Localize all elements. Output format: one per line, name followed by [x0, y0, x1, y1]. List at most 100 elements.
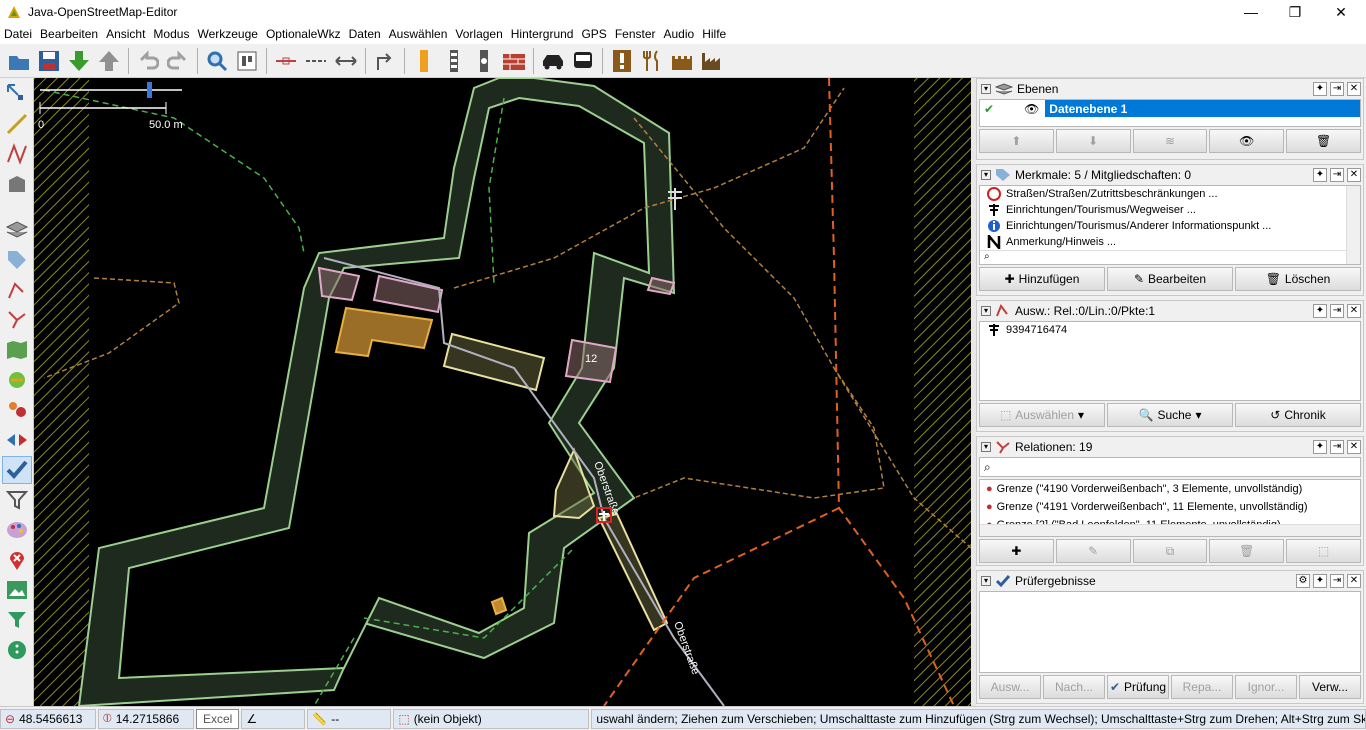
validator-select-button[interactable]: Ausw...: [979, 675, 1041, 699]
sticky-button[interactable]: ⇥: [1330, 440, 1344, 454]
tags-search-field[interactable]: ⌕: [980, 250, 1360, 262]
info-preset-button[interactable]: [608, 47, 636, 75]
minimize-button[interactable]: —: [1228, 0, 1274, 24]
delete-tag-button[interactable]: 🗑 Löschen: [1235, 267, 1361, 291]
move-layer-up-button[interactable]: ⬆: [979, 129, 1054, 153]
pedestrian-crossing-preset-button[interactable]: [440, 47, 468, 75]
wall-preset-button[interactable]: [500, 47, 528, 75]
menu-werkzeuge[interactable]: Werkzeuge: [193, 27, 261, 41]
menu-audio[interactable]: Audio: [660, 27, 699, 41]
panel-close-button[interactable]: ✕: [1347, 82, 1361, 96]
panel-close-button[interactable]: ✕: [1347, 440, 1361, 454]
panel-close-button[interactable]: ✕: [1347, 304, 1361, 318]
authors-toggle[interactable]: [2, 396, 32, 424]
castle-preset-button[interactable]: [668, 47, 696, 75]
detach-button[interactable]: ✦: [1313, 168, 1327, 182]
merge-layer-button[interactable]: ≋: [1132, 129, 1208, 153]
menu-bearbeiten[interactable]: Bearbeiten: [36, 27, 102, 41]
traffic-light-preset-button[interactable]: [410, 47, 438, 75]
sticky-button[interactable]: ⇥: [1330, 574, 1344, 588]
download-button[interactable]: [65, 47, 93, 75]
collapse-toggle[interactable]: ▾: [981, 84, 991, 94]
validate-button[interactable]: ✔ Prüfung: [1107, 675, 1169, 699]
relations-search-field[interactable]: ⌕: [979, 457, 1361, 477]
sticky-button[interactable]: ⇥: [1330, 168, 1344, 182]
map-paint-toggle[interactable]: [2, 336, 32, 364]
collapse-toggle[interactable]: ▾: [981, 306, 991, 316]
commands-toggle[interactable]: [2, 426, 32, 454]
preset-item[interactable]: Anmerkung/Hinweis ...: [980, 234, 1360, 250]
preset-item[interactable]: Straßen/Straßen/Zutrittsbeschränkungen .…: [980, 186, 1360, 202]
menu-hintergrund[interactable]: Hintergrund: [507, 27, 578, 41]
detach-button[interactable]: ✦: [1313, 82, 1327, 96]
layers-toggle[interactable]: [2, 216, 32, 244]
menu-vorlagen[interactable]: Vorlagen: [451, 27, 506, 41]
menu-ansicht[interactable]: Ansicht: [102, 27, 149, 41]
tags-scrollbar[interactable]: [1346, 186, 1360, 264]
close-button[interactable]: ✕: [1318, 0, 1364, 24]
guidepost-preset-button[interactable]: [470, 47, 498, 75]
reverse-way-button[interactable]: [332, 47, 360, 75]
detach-button[interactable]: ✦: [1313, 440, 1327, 454]
relation-item[interactable]: ● Grenze ("4190 Vorderweißenbach", 3 Elem…: [980, 480, 1360, 498]
menu-hilfe[interactable]: Hilfe: [698, 27, 730, 41]
sticky-button[interactable]: ⇥: [1330, 82, 1344, 96]
relation-item[interactable]: ● Grenze ("4191 Vorderweißenbach", 11 Ele…: [980, 498, 1360, 516]
map-style-toggle[interactable]: [2, 516, 32, 544]
map-view[interactable]: 12 Oberstraße Oberstraße 0 50.0 m: [34, 78, 971, 706]
sticky-button[interactable]: ⇥: [1330, 304, 1344, 318]
changeset-filter-toggle[interactable]: [2, 606, 32, 634]
preset-item[interactable]: Einrichtungen/Tourismus/Wegweiser ...: [980, 202, 1360, 218]
chevron-down-icon[interactable]: ▾: [1078, 408, 1084, 422]
menu-optionalewkz[interactable]: OptionaleWkz: [262, 27, 345, 41]
relations-h-scrollbar[interactable]: [980, 524, 1360, 536]
validator-zoom-button[interactable]: Nach...: [1043, 675, 1105, 699]
preferences-button[interactable]: ⚙: [1296, 574, 1310, 588]
selection-item[interactable]: 9394716474: [980, 322, 1360, 338]
building-tool-button[interactable]: [2, 170, 32, 198]
edit-relation-button[interactable]: ✎: [1055, 539, 1131, 563]
align-button[interactable]: [371, 47, 399, 75]
duplicate-relation-button[interactable]: ⧉: [1132, 539, 1208, 563]
panel-close-button[interactable]: ✕: [1347, 574, 1361, 588]
visibility-eye-icon[interactable]: 👁: [1024, 102, 1039, 116]
chevron-down-icon[interactable]: ▾: [1195, 408, 1201, 422]
manage-button[interactable]: Verw...: [1299, 675, 1361, 699]
undo-button[interactable]: [134, 47, 162, 75]
selection-toggle[interactable]: [2, 276, 32, 304]
collapse-toggle[interactable]: ▾: [981, 576, 991, 586]
menu-modus[interactable]: Modus: [149, 27, 193, 41]
delete-layer-button[interactable]: 🗑: [1286, 129, 1361, 153]
menu-datei[interactable]: Datei: [0, 27, 36, 41]
search-button[interactable]: 🔍 Suche ▾: [1107, 403, 1233, 427]
toggle-visibility-button[interactable]: 👁: [1209, 129, 1285, 153]
select-mode-button[interactable]: [2, 80, 32, 108]
detach-button[interactable]: ✦: [1313, 574, 1327, 588]
ignore-button[interactable]: Ignor...: [1235, 675, 1297, 699]
map-canvas[interactable]: 12 Oberstraße Oberstraße 0 50.0 m: [34, 78, 971, 706]
zoom-button[interactable]: [203, 47, 231, 75]
fix-button[interactable]: Repa...: [1171, 675, 1233, 699]
car-preset-button[interactable]: [539, 47, 567, 75]
more-tools-toggle[interactable]: [2, 636, 32, 664]
preset-item[interactable]: Einrichtungen/Tourismus/Anderer Informat…: [980, 218, 1360, 234]
select-button[interactable]: ⬚ Auswählen ▾: [979, 403, 1105, 427]
detach-button[interactable]: ✦: [1313, 304, 1327, 318]
save-button[interactable]: [35, 47, 63, 75]
history-button[interactable]: ↺ Chronik: [1235, 403, 1361, 427]
menu-fenster[interactable]: Fenster: [611, 27, 660, 41]
menu-auswaehlen[interactable]: Auswählen: [385, 27, 452, 41]
draw-mode-button[interactable]: [2, 110, 32, 138]
move-layer-down-button[interactable]: ⬇: [1055, 129, 1131, 153]
imagery-toggle[interactable]: [2, 576, 32, 604]
layer-name[interactable]: Datenebene 1: [1045, 100, 1360, 117]
notes-toggle[interactable]: [2, 546, 32, 574]
zoom-slider-knob[interactable]: [147, 82, 152, 98]
upload-button[interactable]: [95, 47, 123, 75]
restaurant-preset-button[interactable]: [638, 47, 666, 75]
menu-gps[interactable]: GPS: [577, 27, 610, 41]
add-relation-button[interactable]: ✚: [979, 539, 1054, 563]
edit-tag-button[interactable]: ✎ Bearbeiten: [1107, 267, 1233, 291]
preferences-button[interactable]: [233, 47, 261, 75]
redo-button[interactable]: [164, 47, 192, 75]
